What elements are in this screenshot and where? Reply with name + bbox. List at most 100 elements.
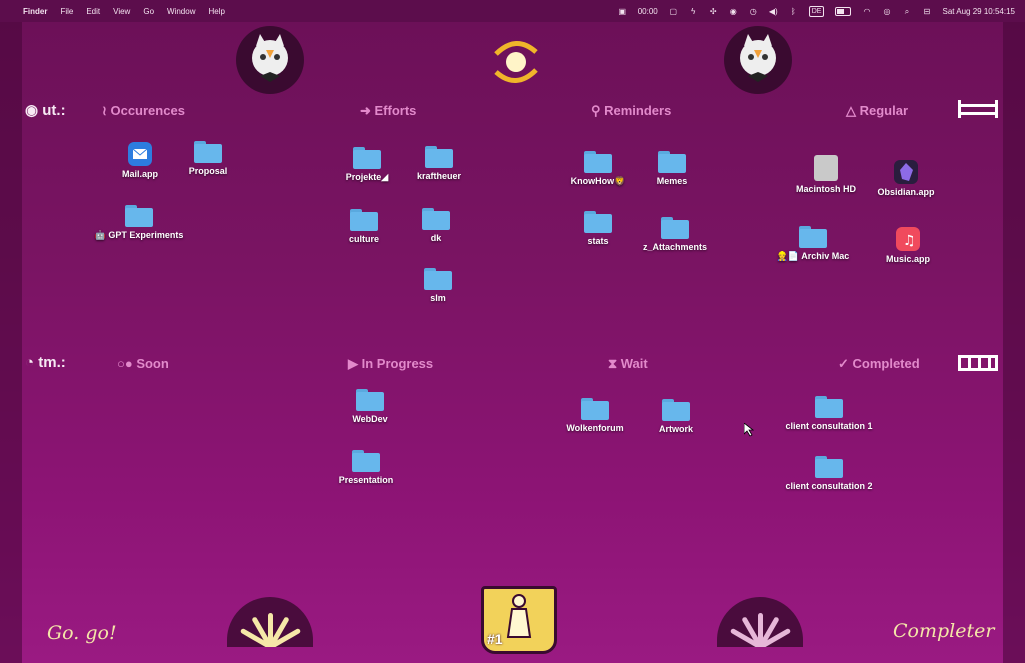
- icon-label: Memes: [656, 176, 688, 186]
- desktop-icon-client-consultation-2[interactable]: client consultation 2: [784, 456, 874, 492]
- completer-text: Completer: [893, 620, 995, 642]
- mail-icon: [128, 142, 152, 166]
- desktop-icon-memes[interactable]: Memes: [627, 151, 717, 187]
- desktop-icon-wolkenforum[interactable]: Wolkenforum: [550, 398, 640, 434]
- folder-icon: [194, 141, 222, 163]
- desktop-icon-obsidian-app[interactable]: Obsidian.app: [861, 160, 951, 198]
- sunburst-fan-outline-icon: [717, 597, 803, 647]
- folder-icon: [350, 209, 378, 231]
- desktop-icon-kraftheuer[interactable]: kraftheuer: [394, 146, 484, 182]
- desktop-icon-dk[interactable]: dk: [391, 208, 481, 244]
- clock-icon[interactable]: ◷: [749, 7, 758, 16]
- date-time[interactable]: Sat Aug 29 10:54:15: [942, 7, 1015, 16]
- battery-icon[interactable]: [835, 6, 852, 16]
- desktop-icon-artwork[interactable]: Artwork: [631, 399, 721, 435]
- menu-edit[interactable]: Edit: [86, 7, 100, 16]
- hard-drive-icon: [814, 155, 838, 181]
- trophy-label: #1: [487, 631, 503, 647]
- icon-label: 🤖 GPT Experiments: [94, 230, 184, 240]
- keyboard-layout-indicator[interactable]: DE: [808, 5, 825, 17]
- app-menu-finder[interactable]: Finder: [23, 7, 47, 16]
- desktop-icon-presentation[interactable]: Presentation: [321, 450, 411, 486]
- folder-icon: [658, 151, 686, 173]
- folder-icon: [584, 211, 612, 233]
- menu-go[interactable]: Go: [143, 7, 154, 16]
- icon-label: Music.app: [885, 254, 930, 264]
- expand-icon[interactable]: ✣: [709, 7, 718, 16]
- icon-label: Proposal: [188, 166, 228, 176]
- row-label-tm: ◔ tm.:: [25, 354, 66, 371]
- icon-label: kraftheuer: [416, 171, 461, 181]
- header-occurences: ≀ Occurences: [102, 103, 185, 118]
- desktop-icon-slm[interactable]: slm: [393, 268, 483, 304]
- menu-window[interactable]: Window: [167, 7, 195, 16]
- clock-icon: ◔: [25, 354, 35, 371]
- sunburst-fan-icon: [227, 597, 313, 647]
- desktop-icon-proposal[interactable]: Proposal: [163, 141, 253, 177]
- record-icon[interactable]: ◉: [729, 7, 738, 16]
- bolt-icon[interactable]: ϟ: [689, 7, 698, 16]
- menu-file[interactable]: File: [60, 7, 73, 16]
- swirl-logo-icon: [486, 34, 546, 90]
- folder-icon: [353, 147, 381, 169]
- go-go-text: Go. go!: [47, 622, 117, 644]
- left-frame: [0, 22, 22, 663]
- folder-icon: [662, 399, 690, 421]
- folder-icon: [356, 389, 384, 411]
- desktop-icon-archiv-mac[interactable]: 👷📄 Archiv Mac: [768, 226, 858, 262]
- header-in-progress: ▶ In Progress: [348, 356, 434, 371]
- control-center-icon[interactable]: ⊟: [922, 7, 931, 16]
- folder-icon: [815, 456, 843, 478]
- header-completed: ✓ Completed: [838, 356, 920, 371]
- desktop-icon-client-consultation-1[interactable]: client consultation 1: [784, 396, 874, 432]
- folder-icon: [125, 205, 153, 227]
- icon-label: dk: [430, 233, 442, 243]
- menu-view[interactable]: View: [113, 7, 130, 16]
- row-label-ut: ◉ ut.:: [25, 101, 66, 119]
- icon-label: z_Attachments: [642, 242, 707, 252]
- folder-icon: [815, 396, 843, 418]
- desktop-icon-webdev[interactable]: WebDev: [325, 389, 415, 425]
- calendar-grid-icon: [956, 352, 1000, 374]
- desktop-icon-music-app[interactable]: ♫ Music.app: [863, 227, 953, 265]
- spotlight-search-icon[interactable]: ⌕: [902, 7, 911, 16]
- volume-icon[interactable]: ◀): [769, 7, 778, 16]
- folder-icon: [352, 450, 380, 472]
- music-icon: ♫: [896, 227, 920, 251]
- trophy-icon: #1: [481, 586, 557, 654]
- svg-text:♫: ♫: [903, 233, 916, 249]
- desktop-icon-gpt-experiments[interactable]: 🤖 GPT Experiments: [94, 205, 184, 241]
- folder-icon: [799, 226, 827, 248]
- menu-help[interactable]: Help: [208, 7, 224, 16]
- mouse-cursor-icon: [743, 422, 755, 437]
- header-reminders: ⚲ Reminders: [591, 103, 672, 118]
- folder-icon: [581, 398, 609, 420]
- folder-icon: [661, 217, 689, 239]
- icon-label: Presentation: [338, 475, 394, 485]
- desktop-icon-z-attachments[interactable]: z_Attachments: [630, 217, 720, 253]
- icon-label: Artwork: [658, 424, 693, 434]
- header-efforts: ➜ Efforts: [360, 103, 417, 118]
- timer-status[interactable]: 00:00: [638, 7, 658, 16]
- icon-label: Wolkenforum: [566, 423, 624, 433]
- wifi-icon[interactable]: ◠: [862, 7, 871, 16]
- clipboard-icon[interactable]: ▣: [618, 7, 627, 16]
- screenshot-icon[interactable]: ▢: [669, 7, 678, 16]
- row-ut-text: ut.:: [42, 102, 66, 119]
- folder-icon: [425, 146, 453, 168]
- icon-label: Macintosh HD: [795, 184, 856, 194]
- user-icon[interactable]: ◎: [882, 7, 891, 16]
- cat-mascot-icon: [236, 26, 304, 94]
- icon-label: slm: [430, 293, 446, 303]
- bluetooth-icon[interactable]: ᛒ: [789, 7, 798, 16]
- header-wait: ⧗ Wait: [608, 356, 648, 371]
- target-icon: ◉: [25, 102, 39, 119]
- icon-label: client consultation 1: [785, 421, 873, 431]
- obsidian-icon: [894, 160, 918, 184]
- icon-label: 👷📄 Archiv Mac: [776, 251, 850, 261]
- menu-bar: Finder File Edit View Go Window Help ▣ 0…: [0, 0, 1025, 22]
- folder-icon: [584, 151, 612, 173]
- icon-label: client consultation 2: [785, 481, 873, 491]
- right-frame: [1003, 22, 1025, 663]
- desktop-icon-macintosh-hd[interactable]: Macintosh HD: [781, 155, 871, 195]
